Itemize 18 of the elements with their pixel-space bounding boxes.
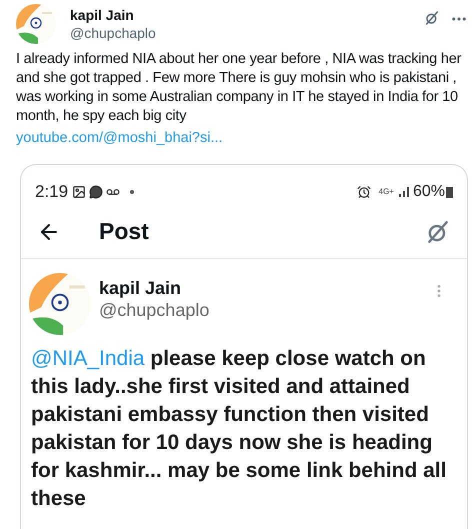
battery-icon	[446, 186, 453, 198]
battery-percent: 60%	[412, 182, 445, 202]
author-handle[interactable]: @chupchaplo	[99, 299, 210, 321]
author-name[interactable]: kapil Jain	[99, 277, 210, 299]
embedded-screenshot[interactable]	[20, 164, 468, 529]
image-icon	[72, 185, 86, 199]
author-name[interactable]: kapil Jain	[70, 6, 156, 24]
status-time: 2:19	[35, 181, 68, 204]
chat-icon	[89, 185, 104, 199]
tweet-text: I already informed NIA about her one year before , NIA was tracking her and she got trapped . Few more There is guy mohsin who is pakistani , was working in some Australian company in IT he stayed in India for 10 month, he spy each big city	[16, 50, 462, 126]
post-text: @NIA_India please keep close watch on this lady..she first visited and attained pakistani embassy function then visited pakistan for 10 days now she is heading for kashmir... may be some link behind all these	[30, 346, 448, 512]
author-handle[interactable]: @chupchaplo	[70, 24, 156, 42]
grok-icon[interactable]	[424, 10, 440, 26]
page-title: Post	[99, 217, 149, 246]
alarm-icon	[356, 185, 371, 199]
signal-icon	[398, 186, 410, 198]
grok-icon[interactable]	[425, 218, 451, 244]
network-label: 4G+	[378, 186, 394, 198]
